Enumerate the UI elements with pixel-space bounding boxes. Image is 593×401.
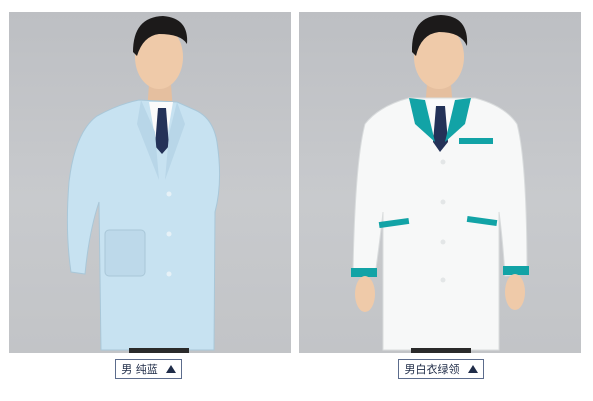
product-label-button-white-green-collar[interactable]: 男白衣绿领 <box>398 359 484 379</box>
coat-button <box>440 159 446 165</box>
hand-left <box>355 276 375 312</box>
triangle-up-icon <box>165 365 176 373</box>
coat-button <box>166 271 172 277</box>
product-card-light-blue <box>9 12 291 353</box>
coat-pocket <box>104 229 146 277</box>
coat-button <box>440 199 446 205</box>
trousers <box>129 348 189 353</box>
hand-right <box>505 274 525 310</box>
coat-button <box>440 277 446 283</box>
coat-chest-pocket-trim <box>459 138 493 144</box>
product-card-white-green-collar <box>299 12 581 353</box>
triangle-up-icon <box>467 365 478 373</box>
trousers <box>411 348 471 353</box>
product-label-button-light-blue[interactable]: 男 纯蓝 <box>115 359 182 379</box>
model-white-green-collar-coat-illustration <box>351 15 529 353</box>
product-label-text: 男 纯蓝 <box>121 363 158 376</box>
model-light-blue-coat-illustration <box>66 16 221 353</box>
product-label-text: 男白衣绿领 <box>404 363 460 376</box>
coat-cuff-right <box>503 266 529 275</box>
product-photo-white-green-collar-coat[interactable] <box>299 12 581 353</box>
coat-button <box>166 191 172 197</box>
coat-button <box>440 239 446 245</box>
product-photo-light-blue-coat[interactable] <box>9 12 291 353</box>
coat-button <box>166 231 172 237</box>
coat-cuff-left <box>351 268 377 277</box>
